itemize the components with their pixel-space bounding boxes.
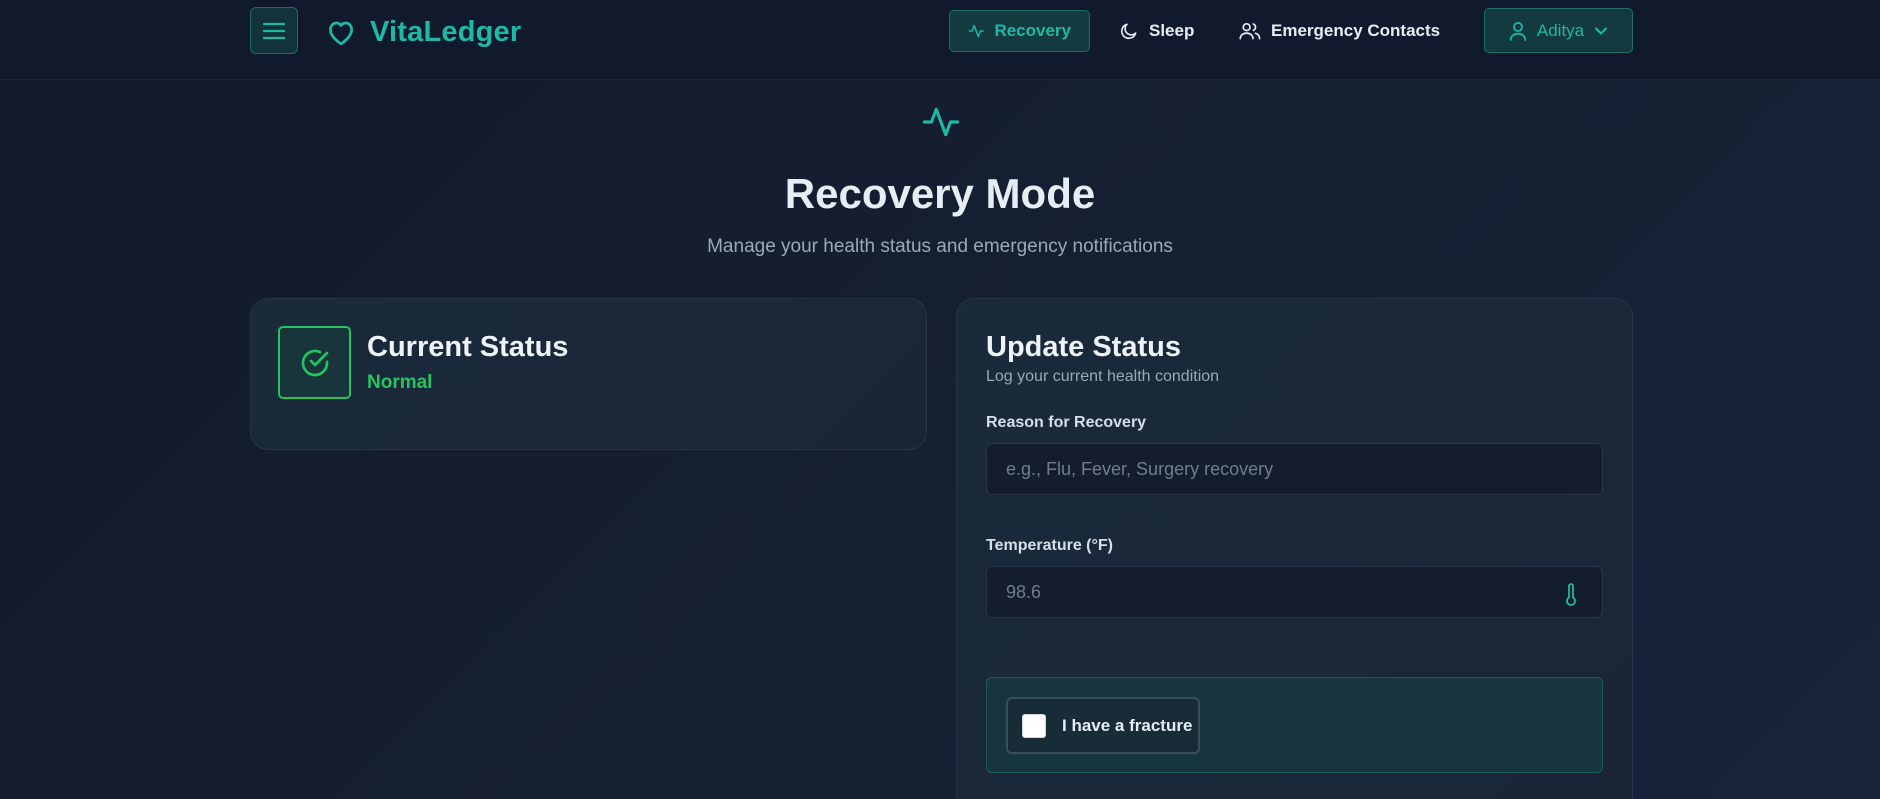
users-icon (1239, 22, 1261, 40)
nav-recovery[interactable]: Recovery (949, 10, 1090, 52)
fracture-checkbox[interactable] (1022, 713, 1046, 738)
nav-recovery-label: Recovery (994, 21, 1071, 40)
fracture-label: I have a fracture (1062, 715, 1193, 735)
user-icon (1509, 21, 1526, 41)
app-logo[interactable]: VitaLedger (326, 12, 521, 52)
top-navbar: VitaLedger Recovery Sleep Emergency Cont… (0, 0, 1880, 80)
thermometer-icon (1566, 583, 1576, 606)
current-status-card: Current Status Normal (250, 298, 927, 450)
heart-icon (329, 21, 353, 46)
reason-input[interactable] (986, 443, 1603, 495)
update-status-title: Update Status (986, 331, 1181, 363)
temperature-input[interactable] (986, 566, 1603, 618)
update-status-subtitle: Log your current health condition (986, 368, 1220, 385)
temperature-label: Temperature (°F) (986, 537, 1114, 554)
status-badge: Normal (367, 372, 433, 393)
fracture-checkbox-toggle[interactable]: I have a fracture (1006, 697, 1200, 754)
nav-emergency-contacts-label: Emergency Contacts (1271, 21, 1441, 40)
page-title: Recovery Mode (784, 170, 1096, 217)
status-icon-box (278, 326, 351, 399)
nav-emergency-contacts[interactable]: Emergency Contacts (1239, 10, 1440, 52)
activity-icon (922, 107, 960, 137)
app-name: VitaLedger (370, 15, 522, 48)
page-subtitle: Manage your health status and emergency … (707, 236, 1173, 257)
activity-icon (968, 24, 984, 38)
menu-button[interactable] (250, 7, 298, 54)
chevron-down-icon (1595, 27, 1608, 34)
current-status-title: Current Status (367, 331, 569, 363)
nav-sleep-label: Sleep (1149, 21, 1195, 40)
update-status-card: Update Status Log your current health co… (956, 298, 1633, 799)
moon-icon (1120, 23, 1137, 40)
user-menu-button[interactable]: Aditya (1484, 8, 1633, 53)
hamburger-icon (263, 22, 285, 39)
user-name: Aditya (1536, 20, 1585, 40)
reason-label: Reason for Recovery (986, 414, 1147, 431)
check-circle-icon (301, 349, 328, 376)
fracture-section: I have a fracture (986, 677, 1603, 773)
nav-sleep[interactable]: Sleep (1119, 10, 1194, 52)
